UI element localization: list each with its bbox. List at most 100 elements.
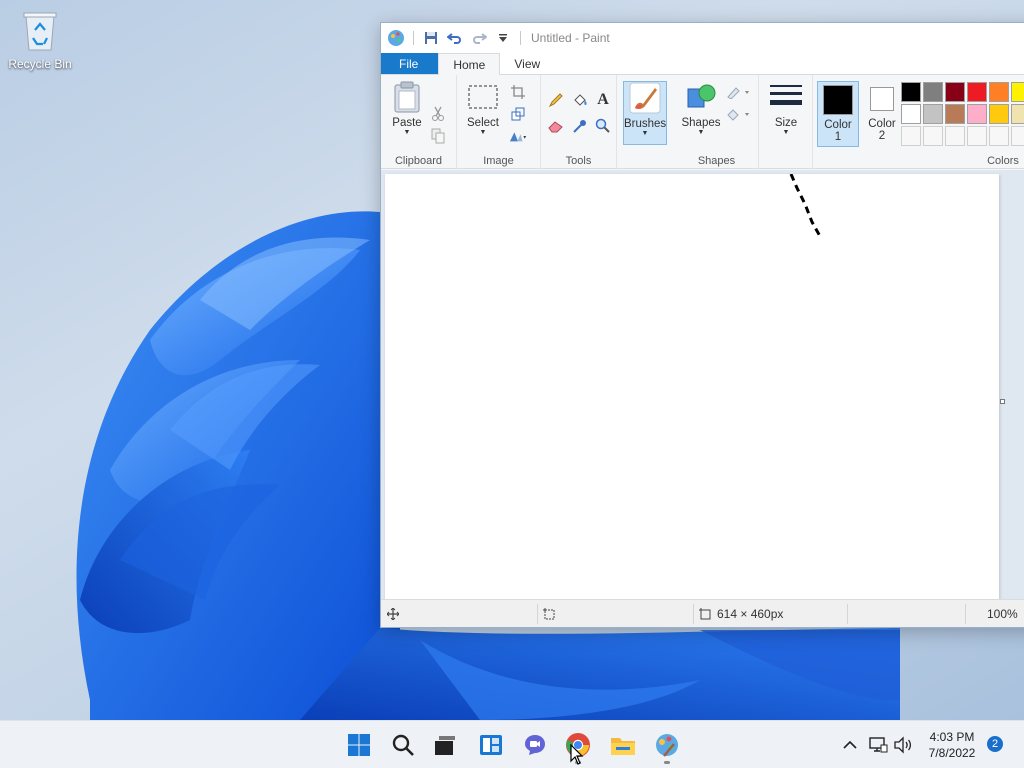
start-icon[interactable] <box>345 731 373 759</box>
save-icon[interactable] <box>422 29 440 47</box>
divider <box>693 604 694 624</box>
cursor-position <box>387 600 399 627</box>
shape-fill-icon[interactable] <box>725 105 751 123</box>
palette-swatch[interactable] <box>1011 126 1024 146</box>
palette-swatch[interactable] <box>967 82 987 102</box>
palette-swatch[interactable] <box>923 82 943 102</box>
tab-home[interactable]: Home <box>438 53 501 76</box>
separator <box>413 31 414 45</box>
search-icon[interactable] <box>389 731 417 759</box>
canvas-resize-handle[interactable] <box>1000 399 1005 404</box>
chat-icon[interactable] <box>521 731 549 759</box>
tools-group-label: Tools <box>565 155 592 167</box>
ribbon: Paste ▼ Clipboard Select ▼ Image A Tools… <box>381 75 1024 169</box>
palette-swatch[interactable] <box>945 126 965 146</box>
select-label: Select <box>467 117 499 129</box>
color2-swatch <box>870 87 894 111</box>
canvas-size-text: 614 × 460px <box>717 606 784 621</box>
palette-swatch[interactable] <box>989 126 1009 146</box>
magnifier-icon[interactable] <box>594 117 612 135</box>
taskbar: 4:03 PM 7/8/2022 <box>0 720 1024 768</box>
recycle-bin[interactable]: Recycle Bin <box>6 8 74 71</box>
chevron-down-icon: ▼ <box>697 129 705 136</box>
tab-file[interactable]: File <box>381 53 439 74</box>
palette-swatch[interactable] <box>945 82 965 102</box>
status-bar: 614 × 460px 100% <box>381 599 1024 627</box>
palette-swatch[interactable] <box>923 104 943 124</box>
paste-label: Paste <box>392 117 422 129</box>
palette-swatch[interactable] <box>901 104 921 124</box>
color2-button[interactable]: Color 2 <box>861 81 903 147</box>
color1-number: 1 <box>834 131 842 143</box>
select-button[interactable]: Select ▼ <box>461 81 505 137</box>
zoom-level[interactable]: 100% <box>987 600 1018 627</box>
widgets-icon[interactable] <box>477 731 505 759</box>
tab-view[interactable]: View <box>500 53 554 74</box>
palette-swatch[interactable] <box>901 82 921 102</box>
palette-swatch[interactable] <box>945 104 965 124</box>
canvas-size: 614 × 460px <box>699 600 783 627</box>
fill-icon[interactable] <box>571 91 589 109</box>
color1-button[interactable]: Color 1 <box>817 81 859 147</box>
clock-date: 7/8/2022 <box>928 746 976 760</box>
palette-swatch[interactable] <box>967 104 987 124</box>
undo-icon[interactable] <box>446 29 464 47</box>
text-icon[interactable]: A <box>594 91 612 109</box>
line-size-icon <box>770 81 802 113</box>
task-view-icon[interactable] <box>431 731 459 759</box>
window-title: Untitled - Paint <box>531 31 610 45</box>
paste-button[interactable]: Paste ▼ <box>385 81 429 137</box>
notification-badge[interactable]: 2 <box>987 736 1003 752</box>
copy-icon[interactable] <box>429 127 447 145</box>
eraser-icon[interactable] <box>547 117 565 135</box>
palette-swatch[interactable] <box>967 126 987 146</box>
paint-app-icon[interactable] <box>387 29 405 47</box>
brushes-button[interactable]: Brushes ▼ <box>623 81 667 145</box>
palette-swatch[interactable] <box>1011 104 1024 124</box>
rotate-icon[interactable] <box>509 127 527 145</box>
paint-taskbar-icon[interactable] <box>653 731 681 759</box>
clock-time: 4:03 PM <box>929 730 975 744</box>
color-picker-icon[interactable] <box>571 117 589 135</box>
outline-icon[interactable] <box>725 83 751 101</box>
divider <box>537 604 538 624</box>
selection-size-icon <box>543 607 555 619</box>
customize-toolbar-icon[interactable] <box>494 29 512 47</box>
volume-icon[interactable] <box>891 731 915 759</box>
palette-swatch[interactable] <box>1011 82 1024 102</box>
shapes-group: Shapes ▼ Shapes <box>675 75 759 169</box>
paint-window: Untitled - Paint File Home View Paste ▼ … <box>380 22 1024 628</box>
cut-icon[interactable] <box>429 105 447 123</box>
palette-swatch[interactable] <box>923 126 943 146</box>
clipboard-group: Paste ▼ Clipboard <box>381 75 457 169</box>
clipboard-group-label: Clipboard <box>394 155 443 167</box>
crop-icon[interactable] <box>509 83 527 101</box>
redo-icon[interactable] <box>470 29 488 47</box>
chevron-down-icon: ▼ <box>641 130 649 137</box>
mouse-cursor-icon <box>570 744 584 765</box>
ribbon-tabs: File Home View <box>381 53 1024 76</box>
size-label: Size <box>774 117 798 129</box>
file-explorer-icon[interactable] <box>609 731 637 759</box>
image-group: Select ▼ Image <box>457 75 541 169</box>
color2-number: 2 <box>878 130 886 142</box>
title-bar: Untitled - Paint <box>381 23 1024 53</box>
divider <box>965 604 966 624</box>
resize-icon[interactable] <box>509 105 527 123</box>
palette-swatch[interactable] <box>901 126 921 146</box>
shapes-button[interactable]: Shapes ▼ <box>679 81 723 137</box>
size-group: Size ▼ <box>759 75 813 169</box>
clock[interactable]: 4:03 PM 7/8/2022 <box>922 729 982 761</box>
size-button[interactable]: Size ▼ <box>764 81 808 137</box>
network-icon[interactable] <box>866 731 890 759</box>
drawing-canvas[interactable] <box>385 174 999 601</box>
palette-swatch[interactable] <box>989 82 1009 102</box>
palette-swatch[interactable] <box>989 104 1009 124</box>
recycle-bin-icon <box>23 12 57 51</box>
brushes-label: Brushes <box>624 118 667 130</box>
pencil-icon[interactable] <box>547 91 565 109</box>
show-hidden-icons-chevron-icon[interactable] <box>838 731 862 759</box>
shapes-group-label: Shapes <box>697 155 736 167</box>
brush-icon <box>629 82 661 114</box>
shapes-icon <box>685 81 717 113</box>
